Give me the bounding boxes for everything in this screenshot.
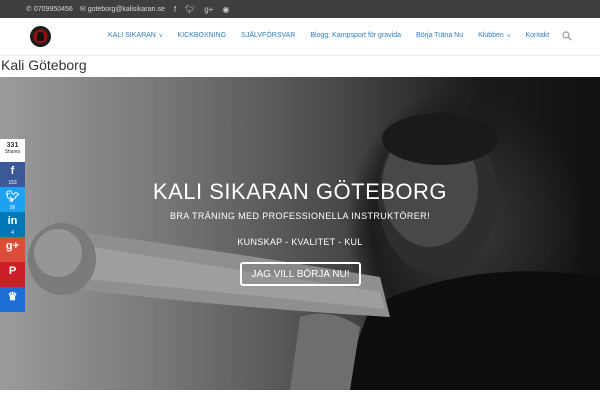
- linkedin-share-button[interactable]: in 4: [0, 212, 25, 237]
- main-nav: KALI SIKARAN ∨ KICKBOXNING SJÄLVFÖRSVAR …: [108, 32, 564, 39]
- twitter-share-count: 26: [9, 205, 16, 211]
- hero-subtitle: BRA TRÄNING MED PROFESSIONELLA INSTRUKTÖ…: [170, 211, 430, 221]
- share-bar: 331 Shares f 153 🐦︎ 26 in 4 g+ P ♛: [0, 139, 25, 312]
- nav-item-kickboxning[interactable]: KICKBOXNING: [178, 32, 227, 39]
- google-plus-icon[interactable]: g+: [204, 5, 213, 14]
- nav-item-label: Kontakt: [525, 32, 550, 39]
- google-plus-icon: g+: [5, 240, 20, 252]
- top-bar: ✆ 0709950456 ✉ goteborg@kalisikaran.se f…: [0, 0, 600, 18]
- nav-item-label: KICKBOXNING: [177, 32, 227, 39]
- site-header: KALI SIKARAN ∨ KICKBOXNING SJÄLVFÖRSVAR …: [0, 18, 600, 56]
- nav-item-label: Börja Träna Nu: [416, 32, 464, 39]
- pinterest-icon: P: [8, 265, 17, 277]
- nav-item-sjalvforsvar[interactable]: SJÄLVFÖRSVAR: [241, 32, 295, 39]
- pinterest-share-button[interactable]: P: [0, 262, 25, 287]
- hero-background-image: [28, 113, 600, 390]
- chevron-down-icon: ∨: [158, 32, 163, 39]
- page-title: Kali Göteborg: [1, 57, 87, 73]
- site-logo[interactable]: [30, 26, 51, 47]
- hero-banner: KALI SIKARAN GÖTEBORG BRA TRÄNING MED PR…: [0, 77, 600, 390]
- nav-item-label: Blogg: Kampsport för gravida: [310, 32, 402, 39]
- nav-item-blogg[interactable]: Blogg: Kampsport för gravida: [310, 32, 401, 39]
- search-icon[interactable]: [562, 31, 572, 41]
- phone-icon: ✆: [26, 6, 32, 13]
- crown-icon: ♛: [7, 291, 18, 303]
- share-total: 331 Shares: [0, 139, 25, 162]
- social-links: f 🐦︎ g+ ◉: [174, 5, 239, 14]
- nav-item-label: SJÄLVFÖRSVAR: [241, 32, 296, 39]
- facebook-icon[interactable]: f: [174, 5, 176, 14]
- nav-item-label: Klubben: [478, 32, 504, 39]
- start-now-button[interactable]: JAG VILL BÖRJA NU!: [240, 262, 361, 286]
- nav-item-borja-trana-nu[interactable]: Börja Träna Nu: [416, 32, 463, 39]
- chevron-down-icon: ∨: [506, 32, 511, 39]
- phone-number: 0709950456: [33, 5, 73, 13]
- nav-item-kali-sikaran[interactable]: KALI SIKARAN ∨: [108, 32, 163, 39]
- share-total-label: Shares: [4, 149, 21, 155]
- envelope-icon: ✉: [79, 6, 86, 13]
- nav-item-klubben[interactable]: Klubben ∨: [478, 32, 510, 39]
- hero-motto: KUNSKAP - KVALITET - KUL: [237, 237, 363, 247]
- email-address: goteborg@kalisikaran.se: [87, 5, 165, 13]
- nav-item-label: KALI SIKARAN: [108, 32, 156, 39]
- share-total-count: 331: [6, 142, 19, 149]
- twitter-icon[interactable]: 🐦︎: [185, 5, 195, 14]
- twitter-share-button[interactable]: 🐦︎ 26: [0, 187, 25, 212]
- facebook-share-button[interactable]: f 153: [0, 162, 25, 187]
- email-contact[interactable]: ✉ goteborg@kalisikaran.se: [79, 5, 165, 14]
- google-plus-share-button[interactable]: g+: [0, 237, 25, 262]
- sumo-share-button[interactable]: ♛: [0, 287, 25, 312]
- linkedin-share-count: 4: [11, 230, 14, 236]
- hero-title: KALI SIKARAN GÖTEBORG: [152, 179, 448, 204]
- facebook-share-count: 153: [8, 180, 17, 186]
- nav-item-kontakt[interactable]: Kontakt: [526, 32, 550, 39]
- rss-icon[interactable]: ◉: [222, 5, 229, 14]
- phone-contact[interactable]: ✆ 0709950456: [26, 5, 73, 14]
